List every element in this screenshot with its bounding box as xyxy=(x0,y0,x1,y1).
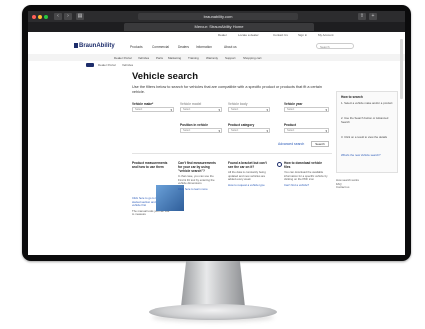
page-title: Vehicle search xyxy=(132,71,199,82)
page-intro: Use the filters below to search for vehi… xyxy=(132,85,322,94)
util-account[interactable]: My Account xyxy=(318,33,334,37)
subnav-parts[interactable]: Parts xyxy=(156,56,163,60)
help-column-body: You can download the available informati… xyxy=(284,170,328,182)
brand-logo[interactable]: BraunAbility xyxy=(74,43,115,49)
sidebar-links: How search works FAQ Contact us xyxy=(336,178,396,190)
nav-commercial[interactable]: Commercial xyxy=(152,45,169,49)
label-product-category: Product category xyxy=(228,123,255,127)
help-column-title: Product measurements and how to use them xyxy=(132,161,168,169)
how-to-step-2: 2. Use the Search button or Advanced Sea… xyxy=(341,116,389,124)
sidebar-link-contact[interactable]: Contact us xyxy=(336,186,396,190)
nav-information[interactable]: Information xyxy=(196,45,212,49)
subnav-marketing[interactable]: Marketing xyxy=(168,56,181,60)
sidebar-link-new-search[interactable]: What's the new Vehicle search? xyxy=(341,153,393,158)
label-vehicle-body: Vehicle body xyxy=(228,102,248,106)
sub-navigation: Dealer Portal Vehicles Parts Marketing T… xyxy=(28,54,405,61)
browser-chrome: ‹ › ▤ braunability.com ⇧ + Mercur: Strau… xyxy=(28,11,405,32)
maximize-window-icon[interactable] xyxy=(44,15,48,19)
util-dealer[interactable]: Dealer xyxy=(218,33,227,37)
subnav-dealer-portal[interactable]: Dealer Portal xyxy=(114,56,132,60)
select-vehicle-model[interactable]: Select xyxy=(180,107,222,112)
subnav-warranty[interactable]: Warranty xyxy=(206,56,218,60)
how-to-step-3: 3. Click on a result to view the details xyxy=(341,135,388,139)
monitor-screen: ‹ › ▤ braunability.com ⇧ + Mercur: Strau… xyxy=(28,11,405,255)
help-column-title: How to download vehicle files xyxy=(284,161,323,169)
advanced-search-link[interactable]: Advanced search xyxy=(278,142,304,146)
subnav-training[interactable]: Training xyxy=(188,56,199,60)
subnav-vehicles[interactable]: Vehicles xyxy=(138,56,149,60)
breadcrumb-item-current: Vehicles xyxy=(122,63,134,67)
help-column-link[interactable]: Click here to learn more xyxy=(178,187,218,192)
new-tab-icon[interactable]: + xyxy=(369,13,377,20)
help-column-4: How to download vehicle files You can do… xyxy=(284,161,328,187)
subnav-shopping-cart[interactable]: Shopping cart xyxy=(243,56,262,60)
nav-about[interactable]: About us xyxy=(224,45,237,49)
label-vehicle-year: Vehicle year xyxy=(284,102,303,106)
monitor-stand-base xyxy=(149,304,277,320)
help-column-body: All the data is constantly being updated… xyxy=(228,170,266,182)
close-window-icon[interactable] xyxy=(32,15,36,19)
monitor-stand-neck xyxy=(181,261,245,307)
logo-mark-icon xyxy=(74,43,78,48)
select-vehicle-year[interactable]: Select xyxy=(284,107,329,112)
select-vehicle-body[interactable]: Select xyxy=(228,107,270,112)
address-bar[interactable]: braunability.com xyxy=(138,13,298,20)
select-product-category[interactable]: Select xyxy=(228,128,270,133)
help-column-2: Can't find measurements for your car by … xyxy=(178,161,218,191)
back-icon[interactable]: ‹ xyxy=(54,13,62,20)
how-to-search-title: How to search xyxy=(341,95,363,99)
site-header: BraunAbility Products Commercial Dealers… xyxy=(28,39,405,53)
breadcrumb-home[interactable] xyxy=(86,63,94,67)
select-position[interactable]: Select xyxy=(180,128,222,133)
tab-braunability[interactable]: Mercur: StraunAbility Home xyxy=(124,23,314,31)
nav-products[interactable]: Products xyxy=(130,45,143,49)
breadcrumb: Dealer Portal Vehicles xyxy=(28,61,405,68)
label-product: Product xyxy=(284,123,297,127)
how-to-step-1: 1. Select a vehicle make and/or a produc… xyxy=(341,101,393,105)
page-scrollbar[interactable] xyxy=(400,39,403,99)
sidebar-toggle-icon[interactable]: ▤ xyxy=(76,13,84,20)
section-divider xyxy=(132,153,332,154)
util-locate-dealer[interactable]: Locate a dealer xyxy=(238,33,259,37)
help-column-title: Found a bracket but can't see the car on… xyxy=(228,161,267,169)
help-column-title: Can't find measurements for your car by … xyxy=(178,161,216,173)
util-contact[interactable]: Contact Us xyxy=(273,33,288,37)
help-column-link[interactable]: Can't find a vehicle? xyxy=(284,183,328,188)
site-search-input[interactable]: Search xyxy=(316,43,354,49)
subnav-support[interactable]: Support xyxy=(225,56,236,60)
label-vehicle-model: Vehicle model xyxy=(180,102,202,106)
minimize-window-icon[interactable] xyxy=(38,15,42,19)
forward-icon[interactable]: › xyxy=(64,13,72,20)
label-vehicle-make: Vehicle make* xyxy=(132,102,154,106)
tab-bar: Mercur: StraunAbility Home xyxy=(28,22,405,32)
logo-text: BraunAbility xyxy=(79,43,115,49)
search-button[interactable]: Search xyxy=(311,141,329,147)
share-icon[interactable]: ⇧ xyxy=(358,13,366,20)
help-column-link[interactable]: How to request a vehicle type xyxy=(228,183,268,188)
label-position: Position in vehicle xyxy=(180,123,208,127)
nav-dealers[interactable]: Dealers xyxy=(178,45,189,49)
select-vehicle-make[interactable]: Select xyxy=(132,107,174,112)
util-sign-in[interactable]: Sign in xyxy=(298,33,307,37)
download-icon xyxy=(277,162,282,167)
monitor-bezel: ‹ › ▤ braunability.com ⇧ + Mercur: Strau… xyxy=(22,5,411,261)
help-column-body: In that case, you can use the Find & Fit… xyxy=(178,174,215,186)
breadcrumb-item-portal[interactable]: Dealer Portal xyxy=(98,63,116,67)
select-product[interactable]: Select xyxy=(284,128,329,133)
how-to-search-box: How to search 1. Select a vehicle make a… xyxy=(336,91,398,173)
help-column-3: Found a bracket but can't see the car on… xyxy=(228,161,268,187)
